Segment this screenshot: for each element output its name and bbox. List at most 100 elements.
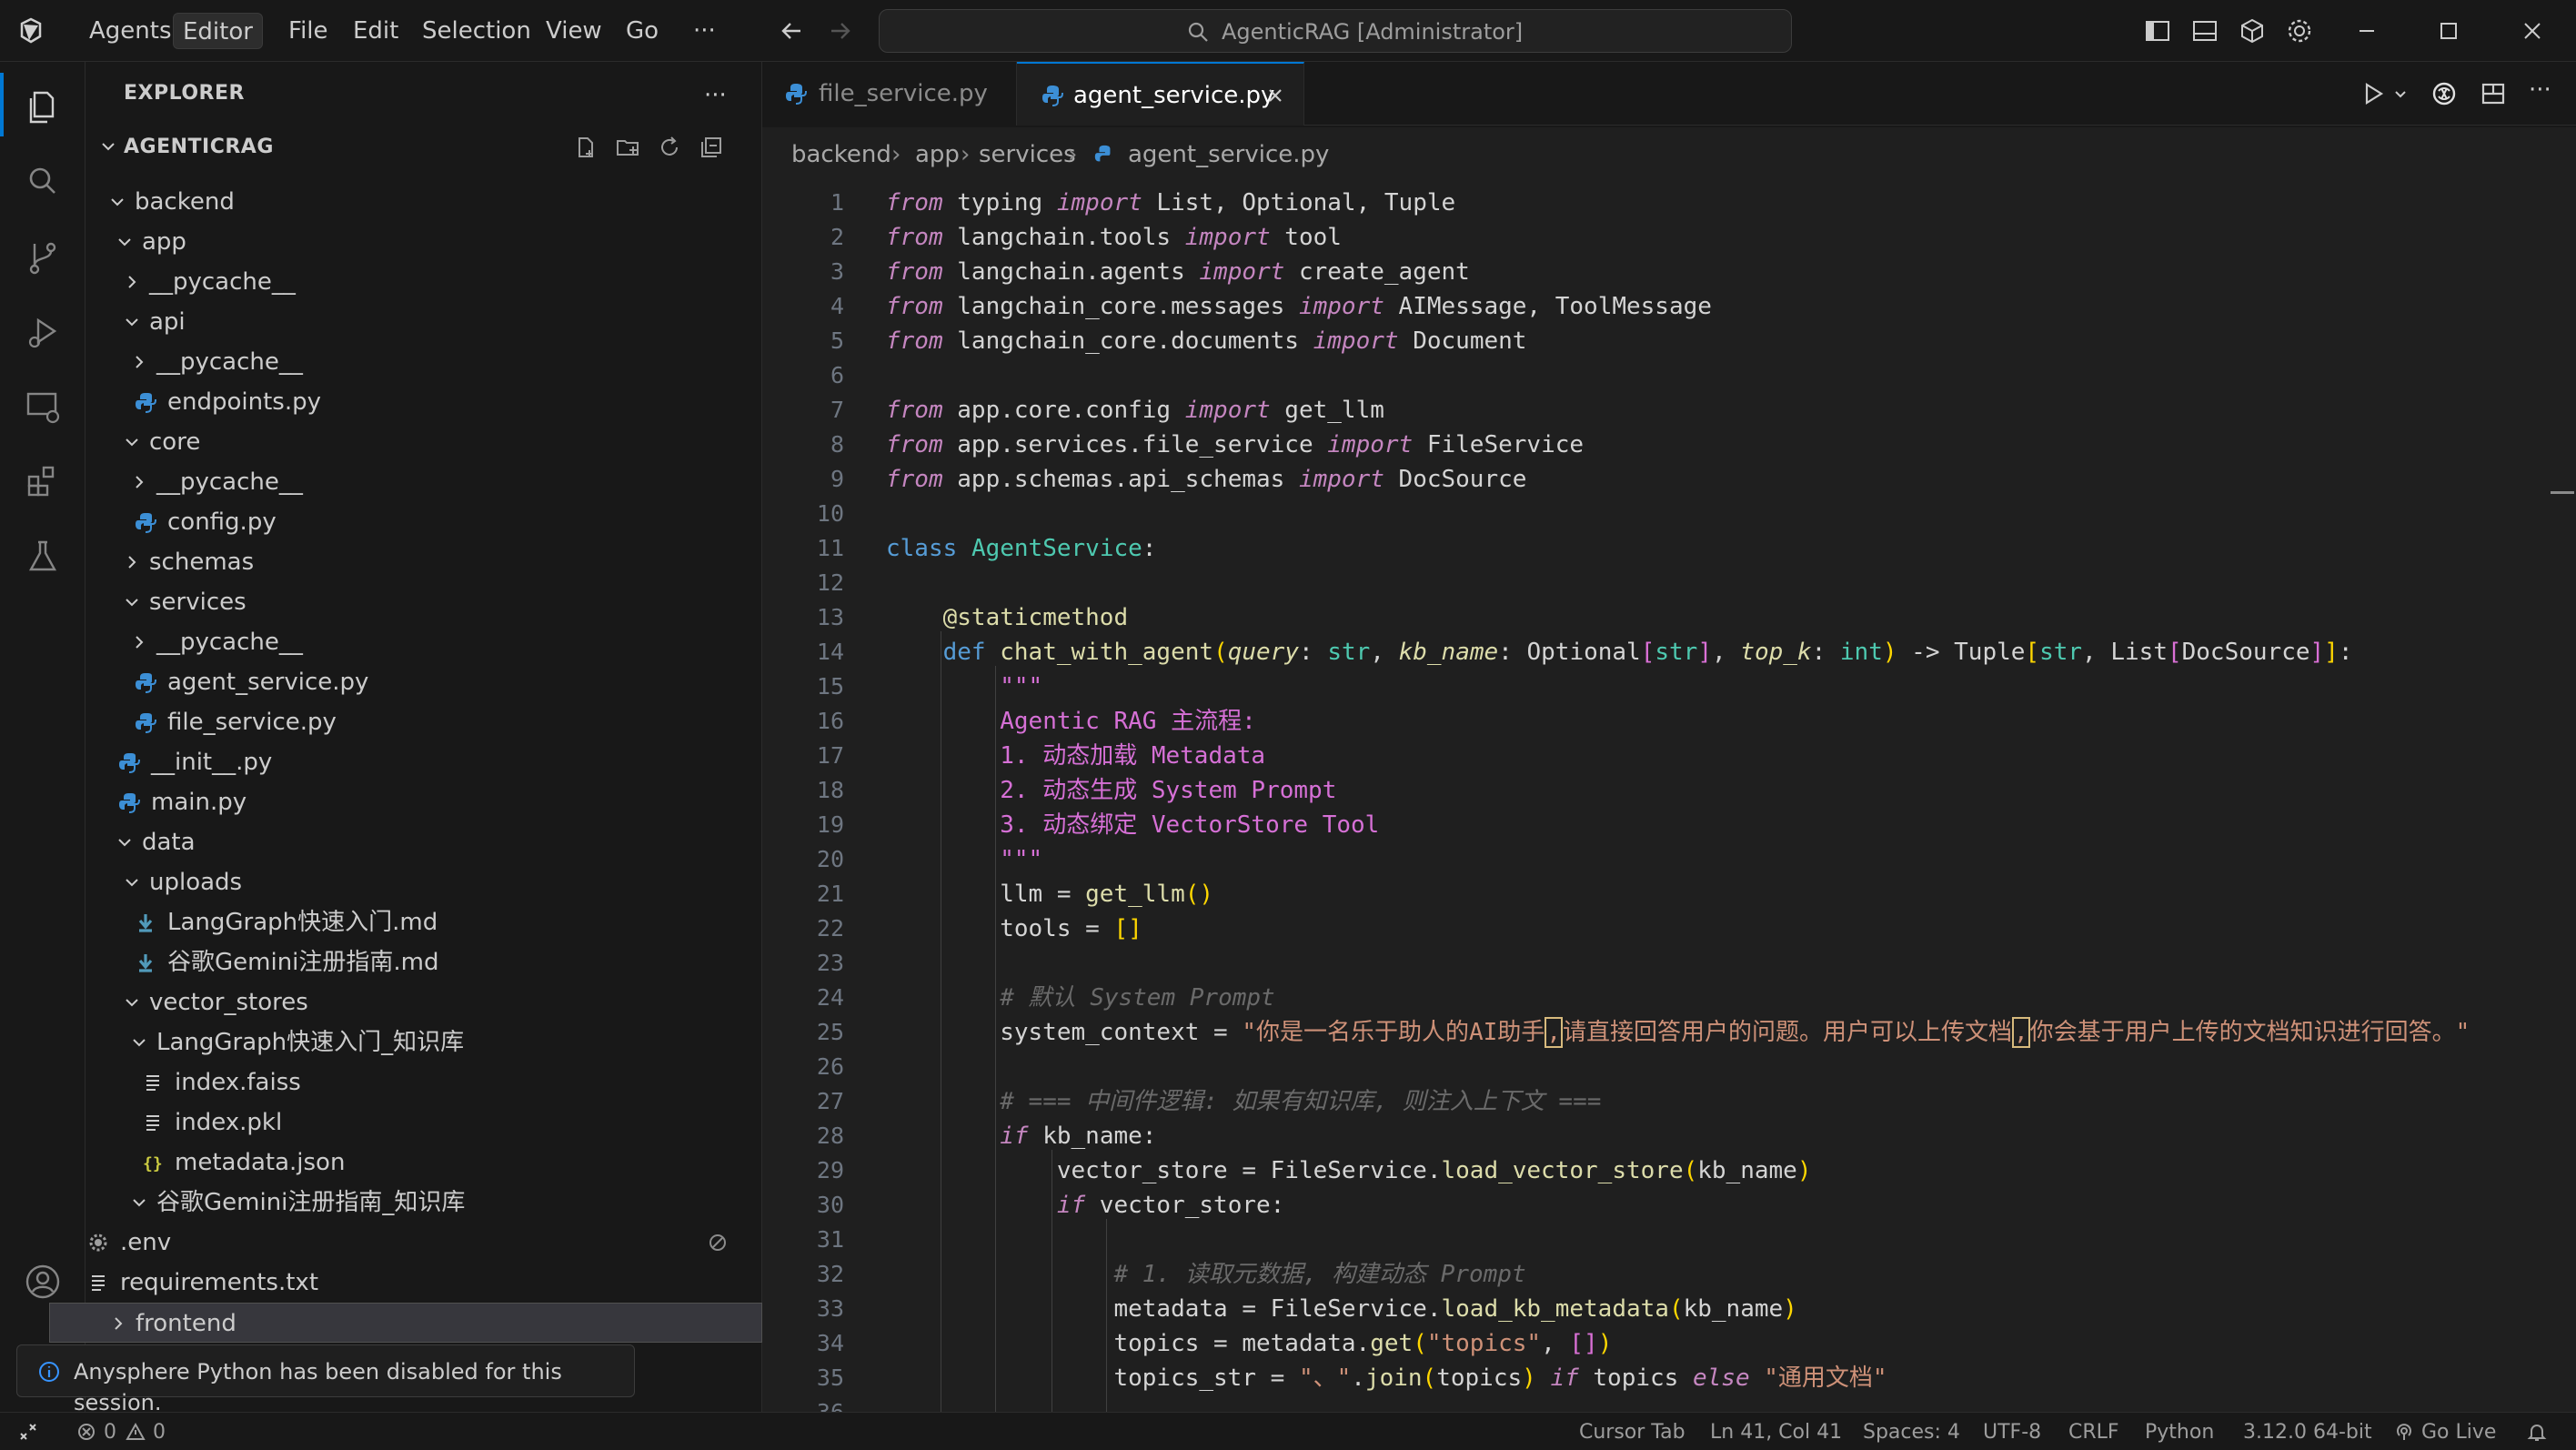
menu-edit[interactable]: Edit [344,13,408,49]
minimize-icon[interactable] [2352,16,2381,45]
new-folder-icon[interactable] [615,135,640,160]
tree-item[interactable]: index.faiss [86,1062,762,1103]
minimap-scroll-marker[interactable] [2551,491,2574,494]
indent-spaces[interactable]: Spaces: 4 [1863,1420,1960,1445]
notification-toast[interactable]: Anysphere Python has been disabled for t… [16,1344,635,1415]
breadcrumb-app[interactable]: app [915,140,960,169]
breadcrumb: backend › app › services › agent_service… [762,127,2576,182]
tree-item[interactable]: __pycache__ [86,462,762,502]
code-line-25: system_context = "你是一名乐于助人的AI助手,请直接回答用户的… [886,1017,2470,1048]
tree-item[interactable]: {} metadata.json [86,1143,762,1183]
run-python-file-icon[interactable] [2360,80,2387,107]
settings-gear-icon[interactable] [2285,16,2314,45]
breadcrumb-backend[interactable]: backend [791,140,891,169]
go-live-broadcast-icon[interactable] [2394,1422,2414,1442]
error-count[interactable]: 0 [104,1420,116,1445]
tree-item[interactable]: frontend [49,1303,762,1343]
editor-more-button[interactable]: ··· [2529,76,2551,104]
menu-go[interactable]: Go [617,13,668,49]
refresh-icon[interactable] [657,135,682,160]
cursor-tab-status[interactable]: Cursor Tab [1579,1420,1685,1445]
tree-item[interactable]: __pycache__ [86,342,762,382]
extensions-icon[interactable] [22,460,64,502]
tree-item[interactable]: LangGraph快速入门.md [86,902,762,942]
tree-item[interactable]: services [86,582,762,622]
command-center[interactable]: AgenticRAG [Administrator] [879,9,1792,53]
account-icon[interactable] [22,1261,64,1303]
tree-item[interactable]: .env [86,1223,762,1263]
testing-flask-icon[interactable] [22,535,64,577]
tree-item[interactable]: LangGraph快速入门_知识库 [86,1022,762,1062]
forward-arrow-icon[interactable] [824,15,857,47]
tree-item[interactable]: core [86,422,762,462]
run-debug-icon[interactable] [22,311,64,353]
menu-file[interactable]: File [279,13,337,49]
line-endings[interactable]: CRLF [2068,1420,2119,1445]
tree-item[interactable]: file_service.py [86,702,762,742]
toggle-panel-icon[interactable] [2190,16,2219,45]
close-window-icon[interactable] [2518,16,2547,45]
tree-item[interactable]: schemas [86,542,762,582]
tree-item[interactable]: config.py [86,502,762,542]
menu-more[interactable]: ··· [684,13,725,49]
remote-connection-icon[interactable] [18,1422,38,1442]
tree-item[interactable]: vector_stores [86,982,762,1022]
tree-item-label: endpoints.py [167,388,321,416]
line-number: 24 [816,984,844,1011]
new-file-icon[interactable] [573,135,599,160]
toggle-sidebar-icon[interactable] [2143,16,2172,45]
tab-file-service[interactable]: file_service.py [762,62,1017,126]
tree-item[interactable]: data [86,822,762,862]
explorer-files-icon[interactable] [22,86,64,127]
cursor-position[interactable]: Ln 41, Col 41 [1710,1420,1842,1445]
menu-editor[interactable]: Editor [173,13,263,49]
breadcrumb-file[interactable]: agent_service.py [1128,140,1329,169]
source-control-icon[interactable] [22,237,64,278]
tree-item[interactable]: 谷歌Gemini注册指南.md [86,942,762,982]
code-line-28: if kb_name: [1000,1123,1157,1150]
tree-item[interactable]: __pycache__ [86,262,762,302]
language-mode[interactable]: Python [2145,1420,2214,1445]
cube-icon[interactable] [2238,16,2267,45]
tree-item[interactable]: agent_service.py [86,662,762,702]
code-editor[interactable]: 1 2 3 4 5 6 7 8 9 10 11 12 13 14 15 16 17 18 19 20 21 22 23 24 2… [762,182,2576,1412]
go-live-button[interactable]: Go Live [2421,1420,2496,1445]
file-encoding[interactable]: UTF-8 [1983,1420,2041,1445]
tree-item-label: main.py [151,789,247,816]
tree-item[interactable]: __init__.py [86,742,762,782]
tree-item[interactable]: __pycache__ [86,622,762,662]
cursor-logo-icon[interactable] [16,16,45,45]
maximize-icon[interactable] [2434,16,2463,45]
tree-item[interactable]: endpoints.py [86,382,762,422]
tree-item-label: 谷歌Gemini注册指南.md [167,949,439,976]
ai-chat-icon[interactable] [2430,80,2458,107]
menu-agents[interactable]: Agents [80,13,181,49]
workspace-root[interactable]: AGENTICRAG [86,127,762,166]
menu-selection[interactable]: Selection [413,13,540,49]
warning-icon[interactable] [126,1422,146,1442]
tree-item[interactable]: api [86,302,762,342]
tree-item[interactable]: index.pkl [86,1103,762,1143]
close-tab-icon[interactable] [1264,85,1286,106]
tree-item[interactable]: uploads [86,862,762,902]
tree-item[interactable]: backend [86,182,762,222]
tree-item[interactable]: main.py [86,782,762,822]
line-number: 6 [830,362,844,388]
remote-explorer-icon[interactable] [22,386,64,428]
collapse-all-icon[interactable] [699,135,724,160]
menu-view[interactable]: View [537,13,611,49]
tree-item[interactable]: 谷歌Gemini注册指南_知识库 [86,1183,762,1223]
split-editor-icon[interactable] [2480,80,2507,107]
search-sidebar-icon[interactable] [22,160,64,202]
breadcrumb-services[interactable]: services [979,140,1076,169]
tab-agent-service[interactable]: agent_service.py [1017,62,1304,126]
notifications-bell-icon[interactable] [2527,1422,2547,1442]
explorer-more-button[interactable]: ··· [704,82,727,109]
tree-item[interactable]: app [86,222,762,262]
warning-count[interactable]: 0 [153,1420,166,1445]
run-options-chevron-icon[interactable] [2392,80,2409,107]
error-icon[interactable] [76,1422,96,1442]
back-arrow-icon[interactable] [775,15,808,47]
tree-item[interactable]: requirements.txt [86,1263,762,1303]
python-interpreter[interactable]: 3.12.0 64-bit [2243,1420,2372,1445]
